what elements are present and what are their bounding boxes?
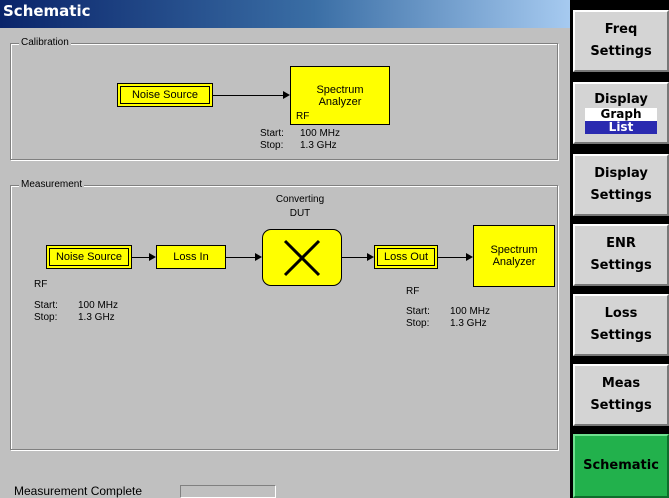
meas-out-stop-label: Stop: (406, 318, 430, 329)
meas-noise-source-block[interactable]: Noise Source (46, 245, 132, 269)
meas-arrow-2 (255, 253, 262, 261)
status-text: Measurement Complete (14, 484, 143, 498)
calibration-group-label: Calibration (19, 36, 71, 50)
schematic-softkey[interactable]: Schematic (573, 434, 669, 498)
window-title: Schematic (0, 0, 570, 28)
cal-connector-line (213, 95, 283, 96)
mixer-x-icon (283, 239, 321, 276)
meas-arrow-4 (466, 253, 473, 261)
cal-connector-arrow (283, 91, 290, 99)
dut-label-1: Converting (275, 194, 325, 205)
status-bar: Measurement Complete (0, 484, 570, 498)
display-settings-line1: Display (594, 166, 648, 181)
enr-settings-softkey[interactable]: ENR Settings (573, 224, 669, 286)
cal-stop-value: 1.3 GHz (300, 140, 337, 151)
meas-analyzer-label-1: Spectrum (490, 244, 538, 256)
meas-arrow-1 (149, 253, 156, 261)
display-option-list: List (585, 121, 657, 134)
meas-out-stop-value: 1.3 GHz (450, 318, 487, 329)
meas-softkey-line1: Meas (601, 376, 641, 391)
enr-softkey-line2: Settings (590, 258, 652, 273)
meas-in-stop-value: 1.3 GHz (78, 312, 115, 323)
cal-rf-label: RF (296, 111, 310, 122)
freq-settings-softkey[interactable]: Freq Settings (573, 10, 669, 72)
cal-noise-source-block[interactable]: Noise Source (117, 83, 213, 107)
dut-label-2: DUT (289, 208, 311, 219)
converting-dut-block[interactable] (262, 229, 342, 286)
meas-connector-2 (226, 257, 255, 258)
loss-out-label: Loss Out (383, 251, 429, 263)
loss-in-block[interactable]: Loss In (156, 245, 226, 269)
meas-in-stop-label: Stop: (34, 312, 58, 323)
cal-start-label: Start: (260, 128, 284, 139)
loss-softkey-line2: Settings (590, 328, 652, 343)
meas-settings-softkey[interactable]: Meas Settings (573, 364, 669, 426)
meas-softkey-line2: Settings (590, 398, 652, 413)
cal-stop-label: Stop: (260, 140, 284, 151)
cal-noise-source-label: Noise Source (131, 89, 199, 101)
cal-analyzer-label-2: Analyzer (318, 95, 362, 108)
meas-in-start-label: Start: (34, 300, 58, 311)
freq-softkey-line2: Settings (590, 44, 652, 59)
loss-softkey-line1: Loss (604, 306, 638, 321)
schematic-content: Calibration Noise Source Spectrum Analyz… (0, 28, 570, 484)
loss-settings-softkey[interactable]: Loss Settings (573, 294, 669, 356)
meas-noise-source-label: Noise Source (55, 251, 123, 263)
meas-in-start-value: 100 MHz (78, 300, 119, 311)
meas-analyzer-label-2: Analyzer (492, 256, 536, 268)
meas-connector-4 (438, 257, 466, 258)
meas-in-rf-label: RF (34, 279, 48, 290)
measurement-group-label: Measurement (19, 178, 85, 192)
meas-out-start-value: 100 MHz (450, 306, 491, 317)
schematic-window: Schematic Calibration Noise Source Spect… (0, 0, 570, 498)
cal-analyzer-label-1: Spectrum (316, 83, 364, 96)
loss-out-block[interactable]: Loss Out (374, 245, 438, 269)
display-graph-list-softkey[interactable]: Display Graph List (573, 82, 669, 144)
status-field (180, 485, 276, 498)
meas-out-rf-label: RF (406, 286, 420, 297)
schematic-softkey-label: Schematic (583, 458, 659, 473)
softkey-panel: Freq Settings Display Graph List Display… (570, 0, 669, 498)
meas-spectrum-analyzer-block[interactable]: Spectrum Analyzer (473, 225, 555, 287)
meas-out-start-label: Start: (406, 306, 430, 317)
meas-connector-1 (132, 257, 149, 258)
cal-start-value: 100 MHz (300, 128, 341, 139)
freq-softkey-line1: Freq (604, 22, 638, 37)
display-toggle-title: Display (594, 92, 648, 107)
display-settings-softkey[interactable]: Display Settings (573, 154, 669, 216)
meas-connector-3 (342, 257, 367, 258)
calibration-group: Calibration (10, 36, 558, 160)
enr-softkey-line1: ENR (606, 236, 636, 251)
loss-in-label: Loss In (173, 251, 209, 263)
display-settings-line2: Settings (590, 188, 652, 203)
meas-arrow-3 (367, 253, 374, 261)
